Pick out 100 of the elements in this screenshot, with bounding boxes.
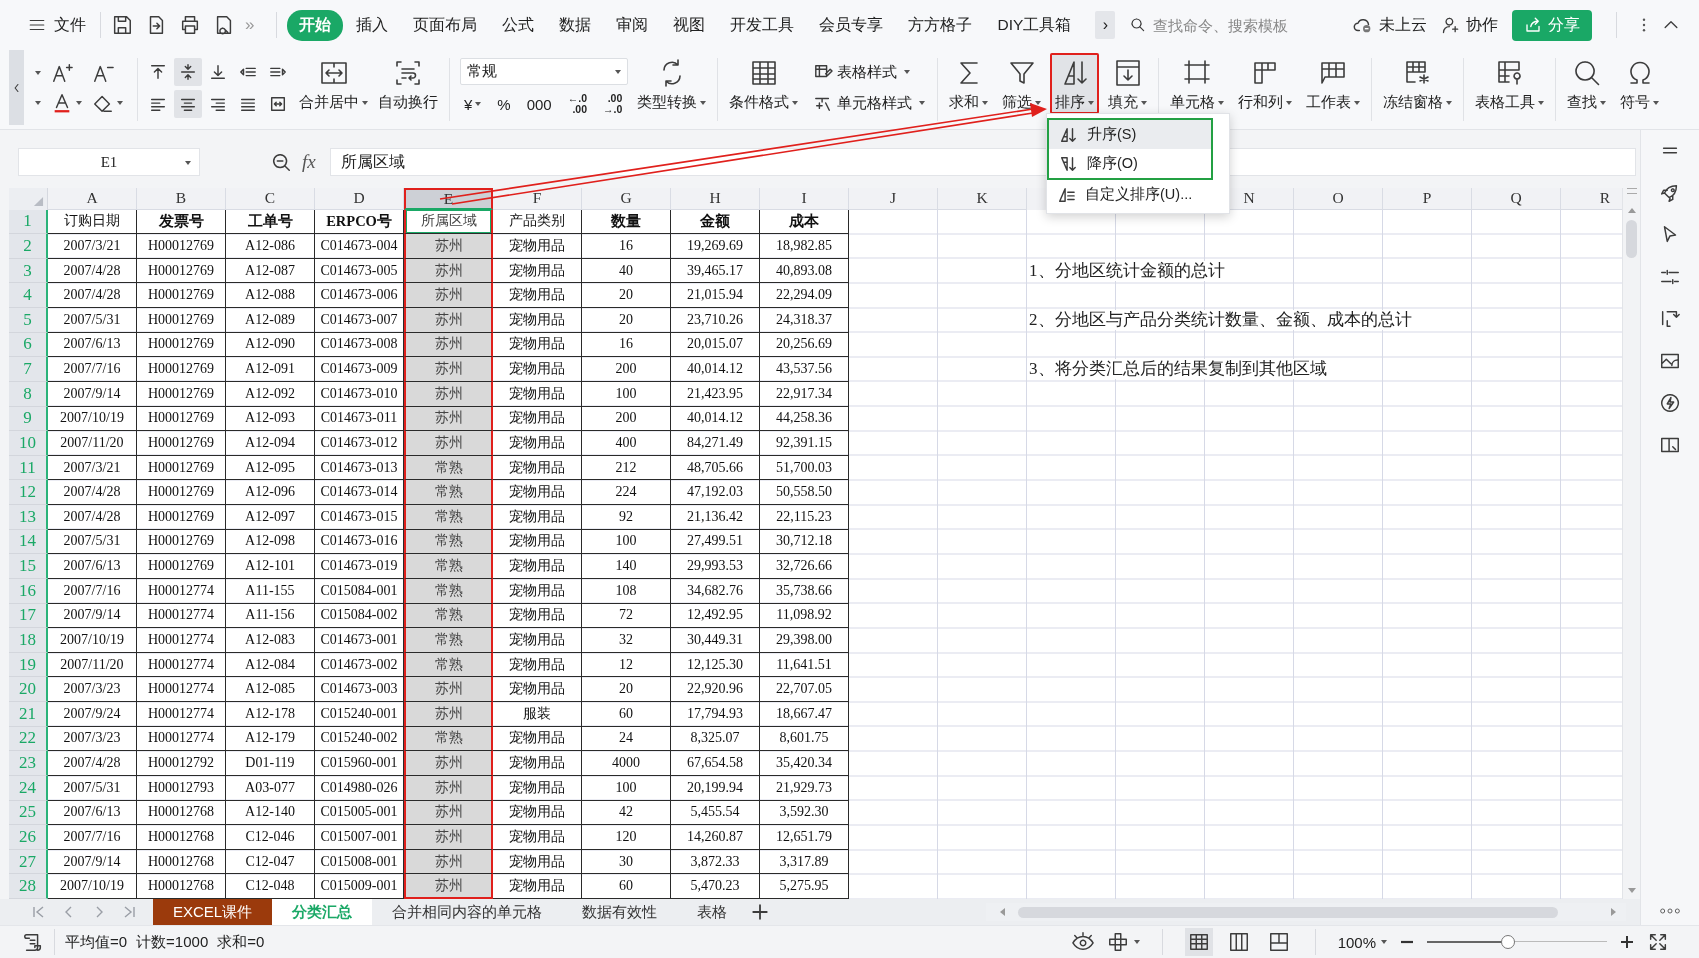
- column-header[interactable]: F: [493, 188, 582, 210]
- table-cell: 2007/10/19: [48, 628, 137, 653]
- ribbon-tab[interactable]: 开发工具: [718, 9, 807, 41]
- ribbon-tab[interactable]: 方方格子: [896, 9, 985, 41]
- number-format-button[interactable]: ←.0 .00: [563, 91, 591, 117]
- crosshair-menu-button[interactable]: [1106, 931, 1140, 953]
- scroll-tabs-button[interactable]: ›: [1095, 11, 1116, 39]
- more-icon[interactable]: [1659, 907, 1681, 915]
- ribbon-tab[interactable]: 视图: [661, 9, 718, 41]
- table-cell: H00012769: [137, 332, 226, 358]
- view-button[interactable]: [1184, 928, 1213, 956]
- sheet-tab[interactable]: 数据有效性: [562, 899, 678, 925]
- table-cell: H00012769: [137, 258, 226, 284]
- zoom-out-icon[interactable]: [270, 151, 292, 173]
- status-text: 求和=0: [217, 932, 265, 952]
- toolbar-button[interactable]: 单元格样式: [811, 91, 927, 115]
- alignment-button[interactable]: [174, 57, 202, 86]
- collaborate-button[interactable]: 协作: [1441, 14, 1498, 36]
- toolbar-button[interactable]: 求和: [944, 53, 993, 114]
- toolbar-button[interactable]: 自动换行: [373, 53, 443, 114]
- table-cell: 19,269.69: [671, 234, 760, 259]
- sheet-tab[interactable]: 合并相同内容的单元格: [372, 899, 563, 925]
- table-cell: 40,893.08: [760, 258, 849, 284]
- column-header[interactable]: A: [48, 188, 137, 210]
- print-icon[interactable]: [179, 14, 201, 36]
- column-header[interactable]: B: [137, 188, 226, 210]
- swap-icon[interactable]: [1659, 308, 1681, 330]
- font-grow-icon[interactable]: [51, 61, 73, 84]
- caret-icon: [117, 100, 123, 105]
- table-cell: 108: [582, 578, 671, 604]
- table-cell: A11-155: [226, 578, 315, 604]
- toolbar-button[interactable]: 冻结窗格: [1378, 53, 1457, 114]
- ribbon-tab[interactable]: 页面布局: [401, 9, 490, 41]
- toolbar-button[interactable]: 表格样式: [811, 60, 927, 84]
- column-header[interactable]: H: [671, 188, 760, 210]
- column-header[interactable]: P: [1383, 188, 1472, 210]
- ribbon-tab[interactable]: DIY工具箱: [985, 9, 1084, 41]
- table-cell: 2007/5/31: [48, 529, 137, 555]
- number-format-button[interactable]: .00 →.0: [599, 91, 627, 117]
- table-cell: 34,682.76: [671, 578, 760, 604]
- eye-icon[interactable]: [1070, 931, 1095, 953]
- number-format-button[interactable]: ¥: [460, 94, 486, 114]
- ribbon-tab[interactable]: 数据: [547, 9, 604, 41]
- number-format-button[interactable]: %: [493, 94, 515, 114]
- ribbon-tab[interactable]: 审阅: [604, 9, 661, 41]
- search-field[interactable]: 查找命令、搜索模板: [1129, 16, 1300, 34]
- alignment-button[interactable]: [174, 89, 202, 118]
- lightning-icon[interactable]: [1659, 392, 1681, 414]
- table-cell: 发票号: [137, 209, 226, 235]
- slider-thumb[interactable]: [1501, 935, 1515, 949]
- save-icon[interactable]: [111, 14, 133, 36]
- file-menu-button[interactable]: 文件: [24, 10, 90, 40]
- sheet-tab[interactable]: 表格: [677, 899, 748, 925]
- crosshair-icon: [1106, 931, 1129, 953]
- menu-item[interactable]: 升序(S): [1049, 120, 1211, 149]
- toolbar-button[interactable]: 行和列: [1233, 53, 1297, 114]
- ribbon-tab[interactable]: 插入: [344, 9, 401, 41]
- table-cell: 12,492.95: [671, 603, 760, 629]
- vertical-scrollbar[interactable]: [1622, 188, 1640, 899]
- toolbar-button[interactable]: 表格工具: [1470, 53, 1549, 114]
- column-header[interactable]: J: [849, 188, 938, 210]
- table-cell: 5,455.54: [671, 800, 760, 826]
- table-cell: 120: [582, 825, 671, 850]
- column-header[interactable]: C: [226, 188, 315, 210]
- menu-item[interactable]: 降序(O): [1049, 149, 1211, 178]
- ribbon-tab[interactable]: 公式: [490, 9, 547, 41]
- toolbar-button[interactable]: 工作表: [1301, 53, 1365, 114]
- table-cell: 22,115.23: [760, 505, 849, 530]
- toolbar-button[interactable]: 符号: [1615, 53, 1664, 114]
- toolbar-button[interactable]: 排序: [1050, 53, 1099, 114]
- table-cell: 21,423.95: [671, 381, 760, 407]
- table-cell: A12-087: [226, 258, 315, 284]
- number-format-dropdown[interactable]: 常规: [460, 58, 628, 85]
- function-label[interactable]: fx: [302, 151, 316, 173]
- add-sheet-icon[interactable]: [751, 903, 770, 921]
- cloud-status-button[interactable]: 未上云: [1352, 14, 1427, 36]
- column-header[interactable]: K: [938, 188, 1027, 210]
- toolbar-button[interactable]: 条件格式: [724, 53, 803, 114]
- column-header[interactable]: Q: [1472, 188, 1561, 210]
- ribbon-tab[interactable]: 会员专享: [807, 9, 896, 41]
- table-cell: 苏州: [404, 825, 493, 850]
- name-box[interactable]: E1: [18, 148, 200, 176]
- number-format-button[interactable]: 000: [522, 94, 556, 114]
- align-bottom-icon: [209, 62, 227, 81]
- toolbar-button[interactable]: 类型转换: [632, 53, 711, 114]
- toolbar-button[interactable]: 合并居中: [294, 53, 373, 114]
- column-header[interactable]: G: [582, 188, 671, 210]
- table-cell: 宠物用品: [493, 308, 582, 333]
- fullscreen-icon[interactable]: [1647, 931, 1669, 953]
- table-cell: A12-140: [226, 800, 315, 826]
- zoom-slider[interactable]: [1427, 935, 1607, 949]
- table-cell: 11,641.51: [760, 652, 849, 678]
- plus-icon[interactable]: [1619, 934, 1635, 950]
- zoom-dropdown[interactable]: 100%: [1337, 933, 1387, 951]
- table-cell: 30,449.31: [671, 628, 760, 653]
- sheet-tab[interactable]: EXCEL课件: [153, 899, 273, 925]
- table-cell: 宠物用品: [493, 332, 582, 358]
- toolbar-button[interactable]: 查找: [1562, 53, 1611, 114]
- column-header[interactable]: I: [760, 188, 849, 210]
- column-header[interactable]: O: [1294, 188, 1383, 210]
